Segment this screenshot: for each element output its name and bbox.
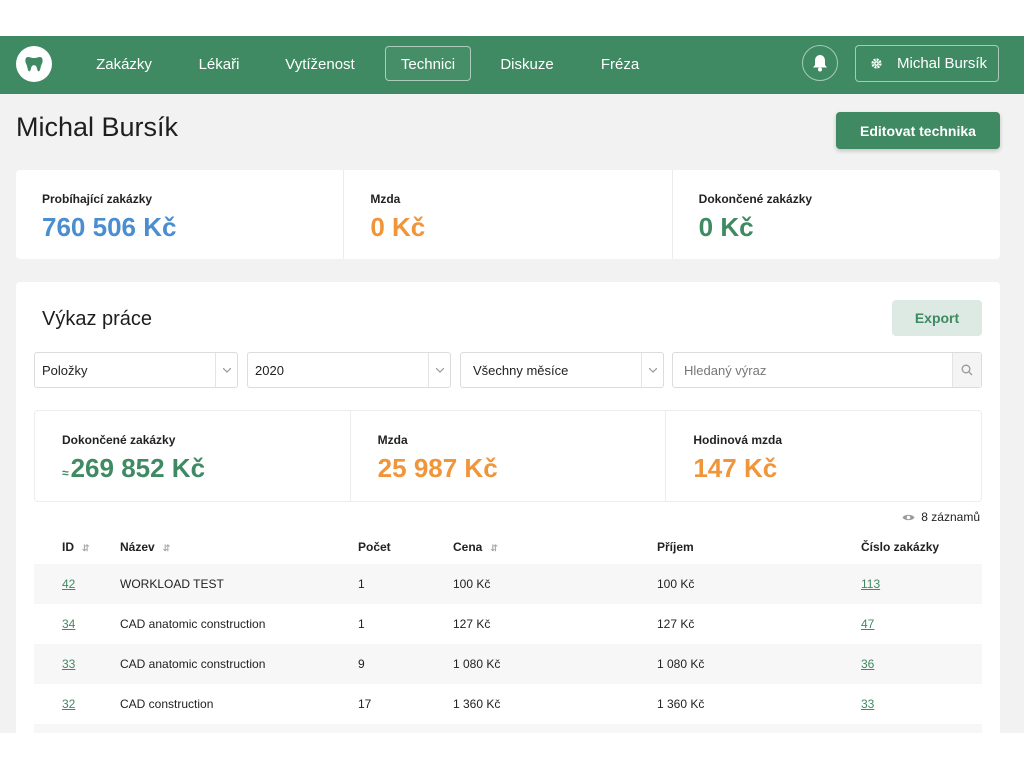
eye-icon: [902, 514, 915, 520]
report-completed-orders: Dokončené zakázky ≈269 852 Kč: [35, 411, 351, 501]
type-select[interactable]: Položky: [34, 352, 238, 388]
stat-label: Mzda: [377, 433, 408, 447]
stat-label: Dokončené zakázky: [62, 433, 176, 447]
work-table: ID ⇵ Název ⇵ Počet Cena ⇵ Příjem Číslo zaká…: [34, 530, 982, 733]
row-id-link[interactable]: 32: [62, 697, 75, 711]
column-header-id[interactable]: ID ⇵: [34, 540, 120, 554]
month-select-value: Všechny měsíce: [473, 362, 569, 378]
stat-value: 147 Kč: [693, 453, 778, 483]
row-name: CAD anatomic construction: [120, 657, 266, 671]
stat-value: 269 852 Kč: [70, 453, 206, 483]
row-income: 1 360 Kč: [657, 697, 705, 711]
stat-label: Mzda: [370, 192, 401, 206]
row-id-link[interactable]: 33: [62, 657, 75, 671]
row-id-link[interactable]: 34: [62, 617, 75, 631]
table-row: 42 WORKLOAD TEST 1 100 Kč 100 Kč 113: [34, 564, 982, 604]
search-box: [672, 352, 982, 388]
stat-label: Hodinová mzda: [693, 433, 783, 447]
row-order-link[interactable]: 47: [861, 617, 874, 631]
work-report-card: Výkaz práce Export Položky 2020 Všechny …: [16, 282, 1000, 733]
column-header-price[interactable]: Cena ⇵: [453, 540, 657, 554]
table-header: ID ⇵ Název ⇵ Počet Cena ⇵ Příjem Číslo zaká…: [34, 530, 982, 564]
column-label: Název: [120, 540, 155, 554]
export-button[interactable]: Export: [892, 300, 982, 336]
summary-ongoing-orders: Probíhající zakázky 760 506 Kč: [16, 170, 345, 259]
search-icon[interactable]: [952, 353, 981, 387]
row-count: 1: [358, 617, 365, 631]
gear-icon: [871, 58, 882, 69]
nav-item-diskuze[interactable]: Diskuze: [492, 46, 562, 81]
sort-icon: ⇵: [162, 543, 171, 553]
user-name: Michal Bursík: [897, 55, 988, 72]
records-count: 8 záznamů: [902, 510, 980, 524]
row-name: CAD construction: [120, 697, 214, 711]
approx-sign: ≈: [62, 466, 69, 480]
column-label: ID: [62, 540, 74, 554]
report-hourly-wage: Hodinová mzda 147 Kč: [666, 411, 981, 501]
row-name: CAD anatomic construction: [120, 617, 266, 631]
table-row: 32 CAD construction 17 1 360 Kč 1 360 Kč…: [34, 684, 982, 724]
chevron-down-icon: [215, 353, 237, 387]
top-navbar: Zakázky Lékaři Vytíženost Technici Disku…: [0, 36, 1024, 94]
stat-value-wrapper: ≈269 852 Kč: [62, 453, 350, 484]
section-title: Výkaz práce: [42, 308, 153, 330]
column-header-income: Příjem: [657, 540, 694, 554]
records-count-label: 8 záznamů: [921, 510, 980, 524]
stat-value: 0 Kč: [698, 212, 754, 242]
column-header-count: Počet: [358, 540, 391, 554]
row-income: 1 080 Kč: [657, 657, 705, 671]
stat-value: 25 987 Kč: [377, 453, 498, 483]
row-name: WORKLOAD TEST: [120, 577, 224, 591]
stat-value: 0 Kč: [370, 212, 426, 242]
page-title: Michal Bursík: [16, 112, 179, 142]
app-viewport: Zakázky Lékaři Vytíženost Technici Disku…: [0, 36, 1024, 733]
nav-item-technici[interactable]: Technici: [385, 46, 471, 81]
row-order-link[interactable]: 36: [861, 657, 874, 671]
row-price: 127 Kč: [453, 617, 491, 631]
type-select-value: Položky: [42, 362, 88, 378]
row-order-link[interactable]: 113: [861, 577, 880, 591]
row-price: 100 Kč: [453, 577, 491, 591]
nav-item-zakazky[interactable]: Zakázky: [84, 46, 164, 81]
report-wage: Mzda 25 987 Kč: [351, 411, 667, 501]
table-row: 34 CAD anatomic construction 1 127 Kč 12…: [34, 604, 982, 644]
year-select-value: 2020: [255, 362, 284, 378]
chevron-down-icon: [641, 353, 663, 387]
edit-technician-button[interactable]: Editovat technika: [836, 112, 1000, 149]
stat-label: Probíhající zakázky: [42, 192, 153, 206]
nav-item-freza[interactable]: Fréza: [592, 46, 648, 81]
column-header-name[interactable]: Název ⇵: [120, 540, 358, 554]
nav-item-lekari[interactable]: Lékaři: [190, 46, 248, 81]
row-count: 9: [358, 657, 365, 671]
summary-completed-orders: Dokončené zakázky 0 Kč: [673, 170, 1000, 259]
column-header-order-number: Číslo zakázky: [861, 540, 940, 554]
report-stats: Dokončené zakázky ≈269 852 Kč Mzda 25 98…: [34, 410, 982, 502]
nav-item-vytizenost[interactable]: Vytíženost: [277, 46, 363, 81]
column-label: Cena: [453, 540, 483, 554]
table-row: 33 CAD anatomic construction 9 1 080 Kč …: [34, 644, 982, 684]
search-input[interactable]: [673, 353, 952, 387]
row-count: 1: [358, 577, 365, 591]
row-income: 100 Kč: [657, 577, 695, 591]
row-income: 127 Kč: [657, 617, 695, 631]
summary-card: Probíhající zakázky 760 506 Kč Mzda 0 Kč…: [16, 170, 1000, 259]
sort-icon: ⇵: [82, 543, 90, 553]
chevron-down-icon: [428, 353, 450, 387]
table-row: [34, 724, 982, 733]
month-select[interactable]: Všechny měsíce: [460, 352, 664, 388]
stat-label: Dokončené zakázky: [698, 192, 813, 206]
row-count: 17: [358, 697, 372, 711]
row-id-link[interactable]: 42: [62, 577, 75, 591]
summary-wage: Mzda 0 Kč: [344, 170, 673, 259]
user-menu-button[interactable]: Michal Bursík: [855, 45, 999, 82]
tooth-icon[interactable]: [16, 46, 52, 82]
row-order-link[interactable]: 33: [861, 697, 874, 711]
row-price: 1 360 Kč: [453, 697, 501, 711]
bell-icon[interactable]: [802, 45, 838, 81]
sort-icon: ⇵: [490, 543, 498, 553]
row-price: 1 080 Kč: [453, 657, 501, 671]
year-select[interactable]: 2020: [247, 352, 451, 388]
stat-value: 760 506 Kč: [42, 212, 177, 242]
